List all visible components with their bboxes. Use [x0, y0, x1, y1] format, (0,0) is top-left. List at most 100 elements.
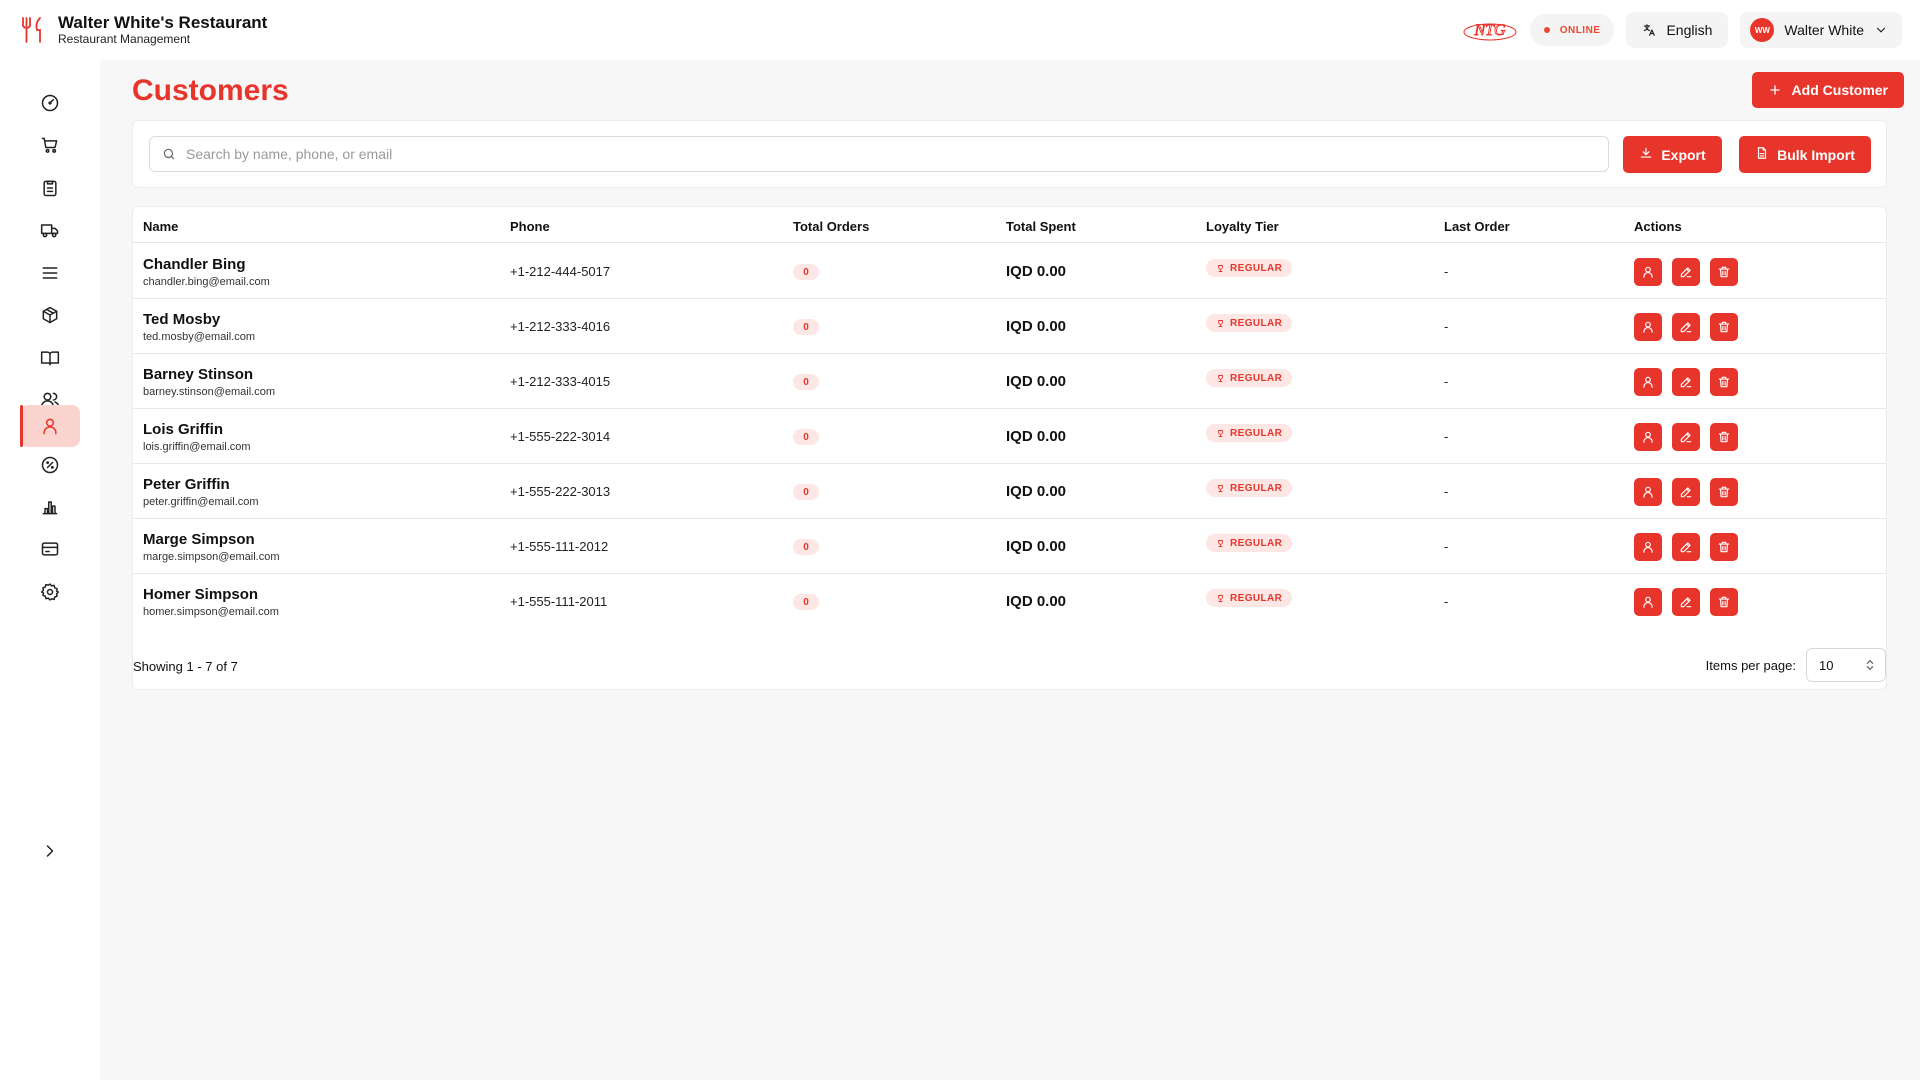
- customer-name: Ted Mosby: [143, 311, 221, 328]
- search-input[interactable]: [186, 146, 1586, 162]
- total-orders-badge: 0: [793, 319, 819, 335]
- brand[interactable]: Walter White's Restaurant Restaurant Man…: [20, 14, 267, 46]
- edit-customer-button[interactable]: [1672, 258, 1700, 286]
- column-header-total-orders[interactable]: Total Orders: [793, 219, 869, 234]
- row-actions: [1634, 313, 1738, 341]
- edit-customer-button[interactable]: [1672, 478, 1700, 506]
- edit-customer-button[interactable]: [1672, 588, 1700, 616]
- sidebar-item-inventory[interactable]: [20, 294, 80, 336]
- page-title: Customers: [132, 74, 289, 107]
- sidebar-item-tasks[interactable]: [20, 167, 80, 209]
- chevron-up-down-icon: [1866, 659, 1874, 671]
- loyalty-tier-badge: REGULAR: [1206, 589, 1293, 607]
- pagination-controls: Items per page: 10: [1706, 648, 1886, 682]
- table-row[interactable]: Ted Mosby ted.mosby@email.com +1-212-333…: [133, 299, 1886, 354]
- sidebar: [0, 60, 100, 1080]
- view-customer-button[interactable]: [1634, 368, 1662, 396]
- user-icon: [1643, 596, 1653, 608]
- sidebar-item-orders[interactable]: [20, 124, 80, 166]
- app-title: Walter White's Restaurant: [58, 13, 268, 32]
- list-icon: [42, 267, 58, 279]
- table-row[interactable]: Peter Griffin peter.griffin@email.com +1…: [133, 464, 1886, 519]
- delete-customer-button[interactable]: [1710, 423, 1738, 451]
- view-customer-button[interactable]: [1634, 533, 1662, 561]
- sidebar-item-customers[interactable]: [20, 405, 80, 447]
- sidebar-expand-button[interactable]: [20, 830, 80, 872]
- last-order: -: [1444, 539, 1449, 554]
- view-customer-button[interactable]: [1634, 313, 1662, 341]
- user-icon: [1643, 541, 1653, 553]
- column-header-actions: Actions: [1634, 219, 1682, 234]
- delete-customer-button[interactable]: [1710, 533, 1738, 561]
- ntg-logo-mark: NTG: [1463, 22, 1517, 41]
- sidebar-item-delivery[interactable]: [20, 209, 80, 251]
- column-header-loyalty-tier[interactable]: Loyalty Tier: [1206, 219, 1279, 234]
- customer-name: Marge Simpson: [143, 531, 255, 548]
- delete-customer-button[interactable]: [1710, 368, 1738, 396]
- edit-icon: [1680, 377, 1692, 388]
- items-per-page-select[interactable]: 10: [1806, 648, 1886, 682]
- edit-customer-button[interactable]: [1672, 533, 1700, 561]
- sidebar-item-dashboard[interactable]: [20, 82, 80, 124]
- total-spent: IQD 0.00: [1006, 593, 1067, 610]
- sidebar-item-menu[interactable]: [20, 252, 80, 294]
- loyalty-tier-label: REGULAR: [1230, 427, 1283, 439]
- percent-icon: [41, 456, 59, 474]
- view-customer-button[interactable]: [1634, 588, 1662, 616]
- delete-customer-button[interactable]: [1710, 588, 1738, 616]
- view-customer-button[interactable]: [1634, 423, 1662, 451]
- user-icon: [1643, 321, 1653, 333]
- export-button[interactable]: Export: [1623, 136, 1722, 173]
- table-row[interactable]: Lois Griffin lois.griffin@email.com +1-5…: [133, 409, 1886, 464]
- customer-phone: +1-555-111-2011: [510, 594, 608, 609]
- customer-email: homer.simpson@email.com: [143, 606, 279, 618]
- table-row[interactable]: Homer Simpson homer.simpson@email.com +1…: [133, 574, 1886, 629]
- column-header-name[interactable]: Name: [143, 219, 178, 234]
- customer-email: lois.griffin@email.com: [143, 441, 251, 453]
- trash-icon: [1718, 321, 1730, 333]
- total-spent: IQD 0.00: [1006, 373, 1067, 390]
- total-orders-badge: 0: [793, 594, 819, 610]
- search-field[interactable]: [149, 136, 1609, 172]
- view-customer-button[interactable]: [1634, 478, 1662, 506]
- bulk-import-button[interactable]: Bulk Import: [1739, 136, 1871, 173]
- trash-icon: [1718, 486, 1730, 498]
- add-customer-button[interactable]: Add Customer: [1751, 72, 1904, 108]
- sidebar-item-reports[interactable]: [20, 486, 80, 528]
- status-label: ONLINE: [1559, 24, 1601, 36]
- column-header-last-order[interactable]: Last Order: [1444, 219, 1510, 234]
- loyalty-tier-label: REGULAR: [1230, 262, 1283, 274]
- customer-phone: +1-212-333-4015: [510, 374, 611, 389]
- edit-icon: [1680, 432, 1692, 443]
- table-row[interactable]: Chandler Bing chandler.bing@email.com +1…: [133, 244, 1886, 299]
- total-orders-badge: 0: [793, 429, 819, 445]
- table-row[interactable]: Marge Simpson marge.simpson@email.com +1…: [133, 519, 1886, 574]
- row-actions: [1634, 533, 1738, 561]
- sidebar-item-recipes[interactable]: [20, 337, 80, 379]
- user-icon: [43, 418, 57, 435]
- sidebar-item-settings[interactable]: [20, 571, 80, 613]
- view-customer-button[interactable]: [1634, 258, 1662, 286]
- column-header-total-spent[interactable]: Total Spent: [1006, 219, 1076, 234]
- user-menu[interactable]: WW Walter White: [1740, 12, 1902, 48]
- language-selector[interactable]: English: [1626, 12, 1729, 48]
- table-row[interactable]: Barney Stinson barney.stinson@email.com …: [133, 354, 1886, 409]
- book-icon: [40, 351, 60, 366]
- search-toolbar: Export Bulk Import: [132, 120, 1887, 188]
- user-name: Walter White: [1784, 22, 1864, 38]
- row-actions: [1634, 588, 1738, 616]
- customer-name: Chandler Bing: [143, 256, 246, 273]
- delete-customer-button[interactable]: [1710, 258, 1738, 286]
- delete-customer-button[interactable]: [1710, 478, 1738, 506]
- edit-customer-button[interactable]: [1672, 368, 1700, 396]
- customer-cell: Chandler Bing chandler.bing@email.com: [143, 256, 270, 290]
- package-icon: [42, 306, 58, 324]
- loyalty-tier-label: REGULAR: [1230, 372, 1283, 384]
- sidebar-item-discounts[interactable]: [20, 444, 80, 486]
- column-header-phone[interactable]: Phone: [510, 219, 550, 234]
- delete-customer-button[interactable]: [1710, 313, 1738, 341]
- edit-customer-button[interactable]: [1672, 313, 1700, 341]
- total-orders-badge: 0: [793, 539, 819, 555]
- sidebar-item-payments[interactable]: [20, 528, 80, 570]
- edit-customer-button[interactable]: [1672, 423, 1700, 451]
